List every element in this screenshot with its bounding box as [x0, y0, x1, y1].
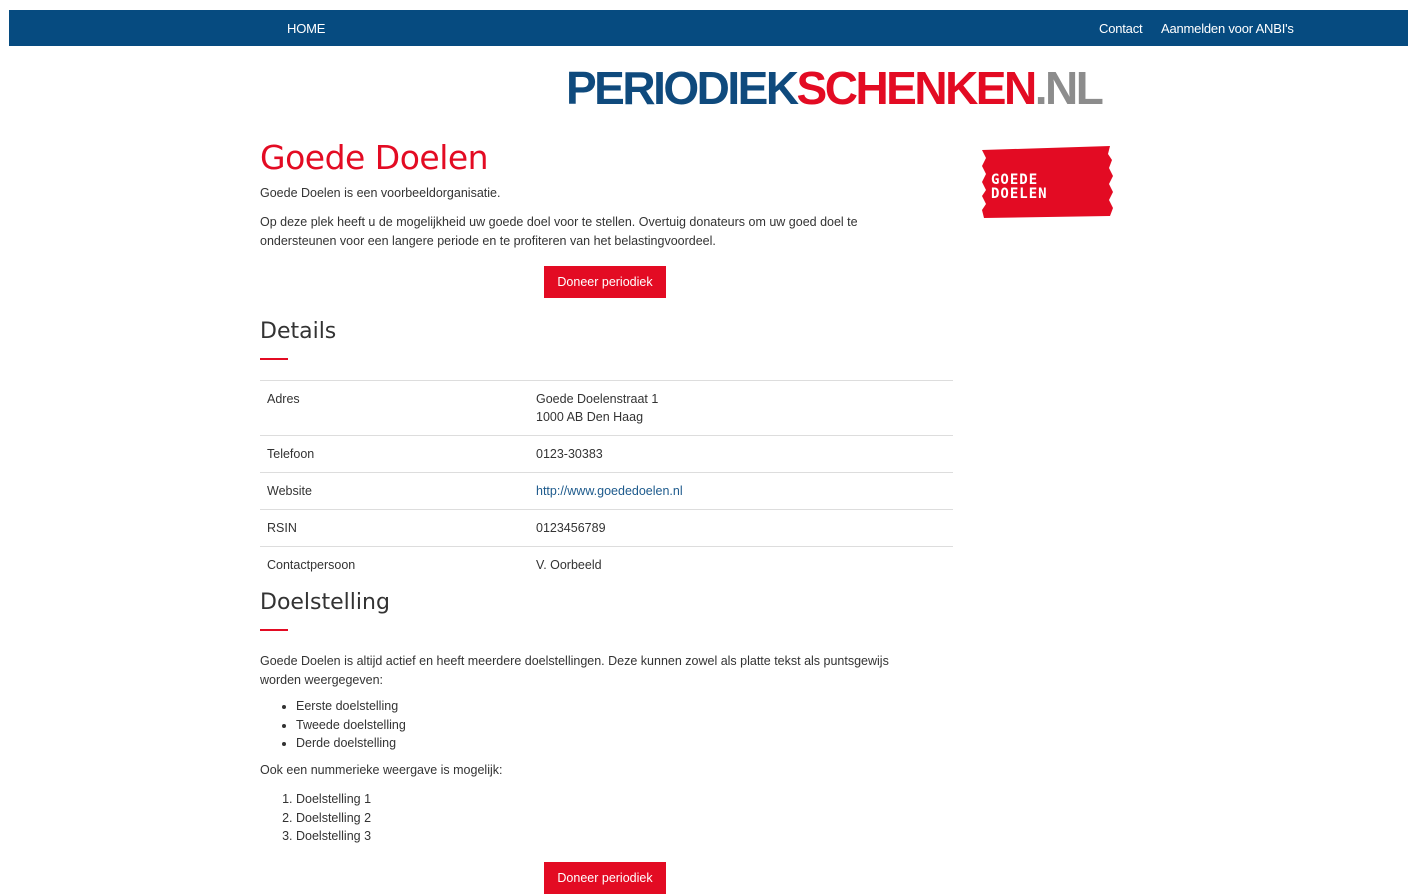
- rsin-value: 0123456789: [529, 509, 953, 547]
- details-heading: Details: [260, 319, 337, 344]
- nav-contact-link[interactable]: Contact: [1099, 21, 1143, 36]
- doelstelling-heading: Doelstelling: [260, 590, 390, 615]
- logo-part-periodiek: PERIODIEK: [566, 62, 799, 114]
- org-description-text: Op deze plek heeft u de mogelijkheid uw …: [260, 215, 858, 248]
- logo-part-dot: .: [1034, 62, 1048, 114]
- nav-home-link[interactable]: HOME: [287, 21, 325, 36]
- org-logo-image: GOEDE DOELEN: [982, 146, 1113, 218]
- table-row: Contactpersoon V. Oorbeeld: [260, 546, 953, 583]
- org-intro-text: Goede Doelen is een voorbeeldorganisatie…: [260, 186, 501, 200]
- adres-label: Adres: [260, 380, 529, 436]
- donate-periodic-button-top[interactable]: Doneer periodiek: [544, 266, 666, 298]
- logo-part-nl: NL: [1044, 62, 1104, 114]
- top-navigation-bar: HOME Contact Aanmelden voor ANBI's: [9, 10, 1408, 46]
- contactpersoon-label: Contactpersoon: [260, 546, 529, 583]
- telefoon-value: 0123-30383: [529, 435, 953, 473]
- telefoon-label: Telefoon: [260, 435, 529, 473]
- website-value: http://www.goededoelen.nl: [529, 472, 953, 510]
- website-link[interactable]: http://www.goededoelen.nl: [536, 484, 683, 498]
- table-row: Telefoon 0123-30383: [260, 435, 953, 473]
- list-item: Doelstelling 2: [296, 809, 371, 828]
- website-label: Website: [260, 472, 529, 510]
- list-item: Derde doelstelling: [296, 734, 406, 753]
- logo-part-schenken: SCHENKEN: [796, 62, 1038, 114]
- adres-line1: Goede Doelenstraat 1: [536, 392, 659, 406]
- doelstelling-bullet-list: Eerste doelstelling Tweede doelstelling …: [260, 697, 406, 753]
- list-item: Tweede doelstelling: [296, 716, 406, 735]
- page-title: Goede Doelen: [260, 138, 489, 177]
- nav-anbi-signup-link[interactable]: Aanmelden voor ANBI's: [1161, 21, 1294, 36]
- table-row: RSIN 0123456789: [260, 509, 953, 547]
- details-heading-underline: [260, 358, 288, 360]
- adres-line2: 1000 AB Den Haag: [536, 410, 644, 424]
- list-item: Doelstelling 3: [296, 827, 371, 846]
- contactpersoon-value: V. Oorbeeld: [529, 546, 953, 583]
- list-item: Eerste doelstelling: [296, 697, 406, 716]
- numbered-intro-text: Ook een nummerieke weergave is mogelijk:: [260, 763, 503, 777]
- doelstelling-text: Goede Doelen is altijd actief en heeft m…: [260, 654, 889, 687]
- site-logo[interactable]: PERIODIEKSCHENKEN.NL: [566, 62, 1104, 114]
- donate-periodic-button-bottom[interactable]: Doneer periodiek: [544, 862, 666, 894]
- details-table: Adres Goede Doelenstraat 1 1000 AB Den H…: [260, 380, 953, 583]
- list-item: Doelstelling 1: [296, 790, 371, 809]
- table-row: Adres Goede Doelenstraat 1 1000 AB Den H…: [260, 380, 953, 436]
- adres-value: Goede Doelenstraat 1 1000 AB Den Haag: [529, 380, 953, 436]
- doelstelling-numbered-list: Doelstelling 1 Doelstelling 2 Doelstelli…: [260, 790, 371, 846]
- rsin-label: RSIN: [260, 509, 529, 547]
- org-logo-line2: DOELEN: [991, 186, 1048, 202]
- doelstelling-heading-underline: [260, 629, 288, 631]
- table-row: Website http://www.goededoelen.nl: [260, 472, 953, 510]
